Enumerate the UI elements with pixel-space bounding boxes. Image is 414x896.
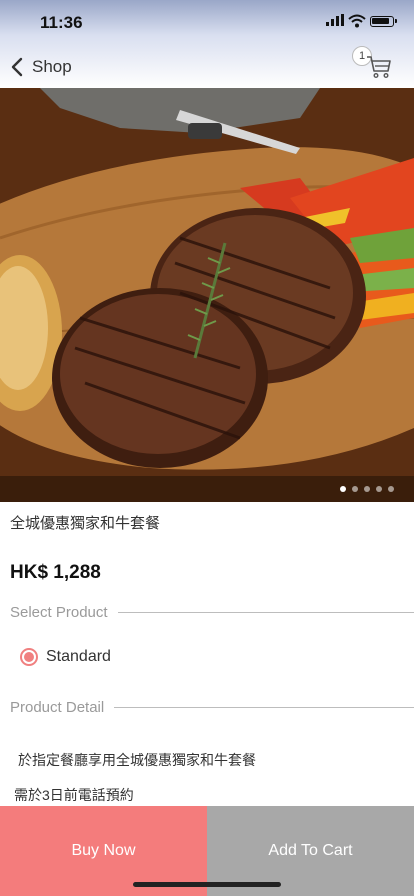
radio-selected-icon[interactable] <box>20 648 38 666</box>
divider <box>114 707 414 708</box>
home-indicator[interactable] <box>133 882 281 887</box>
status-bar: 11:36 <box>0 0 414 44</box>
product-image-carousel[interactable] <box>0 88 414 502</box>
product-title: 全城優惠獨家和牛套餐 <box>10 515 161 532</box>
carousel-dot[interactable] <box>364 486 370 492</box>
back-button[interactable]: Shop <box>10 54 72 80</box>
carousel-dot[interactable] <box>388 486 394 492</box>
carousel-dot[interactable] <box>352 486 358 492</box>
shopping-cart-icon <box>367 56 391 79</box>
select-product-label: Select Product <box>10 604 108 621</box>
product-detail-label: Product Detail <box>10 699 105 716</box>
select-product-header: Select Product <box>10 604 414 621</box>
status-time: 11:36 <box>40 13 83 32</box>
option-label: Standard <box>46 648 111 665</box>
signal-icon <box>326 14 344 26</box>
product-price: HK$ 1,288 <box>10 562 101 583</box>
detail-line: 於指定餐廳享用全城優惠獨家和牛套餐 <box>18 752 256 768</box>
carousel-indicator <box>0 476 414 502</box>
carousel-dot[interactable] <box>376 486 382 492</box>
cart-button[interactable]: 1 <box>352 46 392 80</box>
wifi-icon <box>348 14 366 28</box>
battery-icon <box>370 16 397 27</box>
back-label: Shop <box>32 57 72 76</box>
top-bar: 11:36 Shop 1 <box>0 0 414 88</box>
product-photo <box>0 88 414 502</box>
detail-line: 需於3日前電話預約 <box>14 787 134 803</box>
carousel-dot[interactable] <box>340 486 346 492</box>
option-standard[interactable]: Standard <box>12 648 111 666</box>
chevron-left-icon <box>11 57 23 77</box>
product-detail-header: Product Detail <box>10 699 414 716</box>
divider <box>117 612 414 613</box>
